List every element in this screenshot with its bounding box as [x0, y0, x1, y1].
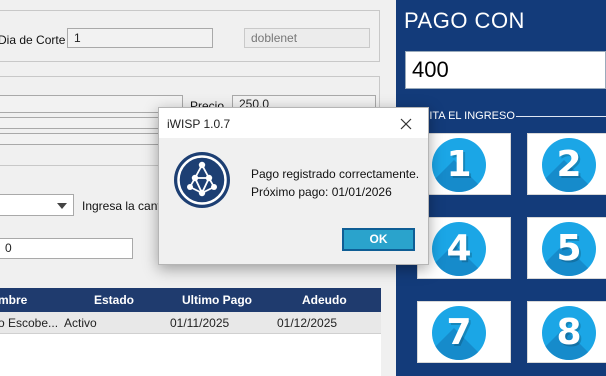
- amount-input[interactable]: 0: [0, 238, 133, 259]
- close-icon: [400, 118, 412, 130]
- keypad-key-1[interactable]: 1: [417, 133, 511, 195]
- dialog-next-payment: Próximo pago: 01/01/2026: [251, 185, 392, 199]
- dialog-message: Pago registrado correctamente.: [251, 167, 420, 181]
- cell-estado: Activo: [64, 316, 97, 330]
- name-field[interactable]: [0, 95, 183, 113]
- chevron-down-icon: [57, 203, 67, 209]
- key-circle-icon: 2: [542, 138, 596, 192]
- key-digit: 1: [446, 144, 472, 185]
- key-circle-icon: 4: [432, 222, 486, 276]
- dialog-titlebar[interactable]: iWISP 1.0.7: [159, 108, 428, 138]
- keypad-key-2[interactable]: 2: [527, 133, 606, 195]
- key-digit: 7: [446, 312, 472, 353]
- ingresa-cantidad-label: Ingresa la cant: [82, 199, 161, 213]
- key-digit: 2: [556, 144, 582, 185]
- key-circle-icon: 8: [542, 306, 596, 360]
- col-estado[interactable]: Estado: [94, 293, 134, 307]
- payment-hint: SITA EL INGRESO: [422, 110, 515, 122]
- key-circle-icon: 5: [542, 222, 596, 276]
- phone-field[interactable]: [0, 133, 183, 145]
- col-adeudo[interactable]: Adeudo: [302, 293, 347, 307]
- keypad-key-5[interactable]: 5: [527, 217, 606, 279]
- key-digit: 5: [556, 228, 582, 269]
- message-dialog: iWISP 1.0.7 Pago registrado correctament…: [158, 107, 429, 265]
- keypad-key-4[interactable]: 4: [417, 217, 511, 279]
- divider-right: [516, 116, 606, 117]
- col-ultimo-pago[interactable]: Ultimo Pago: [182, 293, 252, 307]
- table-row[interactable]: o Escobe... Activo 01/11/2025 01/12/2025: [0, 312, 381, 334]
- keypad-key-8[interactable]: 8: [527, 301, 606, 363]
- dialog-body: Pago registrado correctamente. Próximo p…: [159, 138, 428, 264]
- payment-method-select[interactable]: [0, 194, 74, 216]
- payment-title: PAGO CON: [404, 8, 525, 33]
- dia-corte-field[interactable]: 1: [67, 28, 213, 48]
- key-digit: 8: [556, 312, 582, 353]
- key-circle-icon: 7: [432, 306, 486, 360]
- address-field[interactable]: [0, 117, 183, 129]
- cell-nombre: o Escobe...: [0, 316, 59, 330]
- dialog-title: iWISP 1.0.7: [167, 117, 231, 131]
- key-circle-icon: 1: [432, 138, 486, 192]
- router-field[interactable]: doblenet: [244, 28, 370, 48]
- table-header: mbre Estado Ultimo Pago Adeudo: [0, 288, 381, 312]
- col-nombre[interactable]: mbre: [0, 293, 27, 307]
- payments-table: mbre Estado Ultimo Pago Adeudo o Escobe.…: [0, 288, 381, 376]
- ok-button[interactable]: OK: [342, 228, 415, 251]
- payment-amount-input[interactable]: 400: [405, 51, 606, 89]
- key-digit: 4: [446, 228, 472, 269]
- dialog-close-button[interactable]: [388, 112, 424, 136]
- dia-corte-label: Dia de Corte: [0, 33, 66, 47]
- cell-ultimo-pago: 01/11/2025: [170, 316, 230, 330]
- network-logo-icon: [174, 152, 230, 208]
- keypad-key-7[interactable]: 7: [417, 301, 511, 363]
- cell-adeudo: 01/12/2025: [277, 316, 338, 330]
